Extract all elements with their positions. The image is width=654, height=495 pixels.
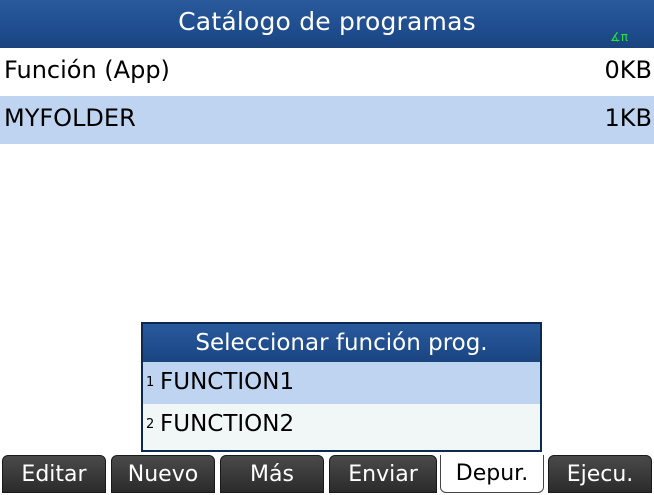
softkey-editar[interactable]: Editar bbox=[2, 455, 106, 493]
popup-item-function2[interactable]: 2 FUNCTION2 bbox=[143, 404, 540, 446]
screen-title: Catálogo de programas bbox=[178, 7, 476, 36]
item-number: 2 bbox=[146, 417, 155, 432]
item-label: FUNCTION2 bbox=[160, 411, 295, 437]
program-item-funcion-app[interactable]: Función (App) 0KB bbox=[0, 48, 654, 96]
popup-item-function1[interactable]: 1 FUNCTION1 bbox=[143, 362, 540, 404]
program-name: MYFOLDER bbox=[4, 104, 136, 132]
select-function-popup: Seleccionar función prog. 1 FUNCTION1 2 … bbox=[141, 322, 542, 452]
angle-mode-icon: ∡π bbox=[610, 30, 628, 44]
title-bar: Catálogo de programas ∡π bbox=[0, 0, 654, 48]
program-size: 0KB bbox=[604, 56, 652, 84]
softkey-depurar[interactable]: Depur. bbox=[440, 455, 544, 493]
item-number: 1 bbox=[146, 375, 155, 390]
softkey-nuevo[interactable]: Nuevo bbox=[111, 455, 215, 493]
item-label: FUNCTION1 bbox=[160, 369, 295, 395]
popup-title: Seleccionar función prog. bbox=[143, 324, 540, 362]
program-size: 1KB bbox=[604, 104, 652, 132]
softkey-ejecutar[interactable]: Ejecu. bbox=[548, 455, 652, 493]
softkey-bar: Editar Nuevo Más Enviar Depur. Ejecu. bbox=[0, 455, 654, 495]
softkey-enviar[interactable]: Enviar bbox=[329, 455, 437, 493]
program-list: Función (App) 0KB MYFOLDER 1KB bbox=[0, 48, 654, 144]
program-name: Función (App) bbox=[4, 56, 170, 84]
softkey-mas[interactable]: Más bbox=[220, 455, 324, 493]
program-item-myfolder[interactable]: MYFOLDER 1KB bbox=[0, 96, 654, 144]
